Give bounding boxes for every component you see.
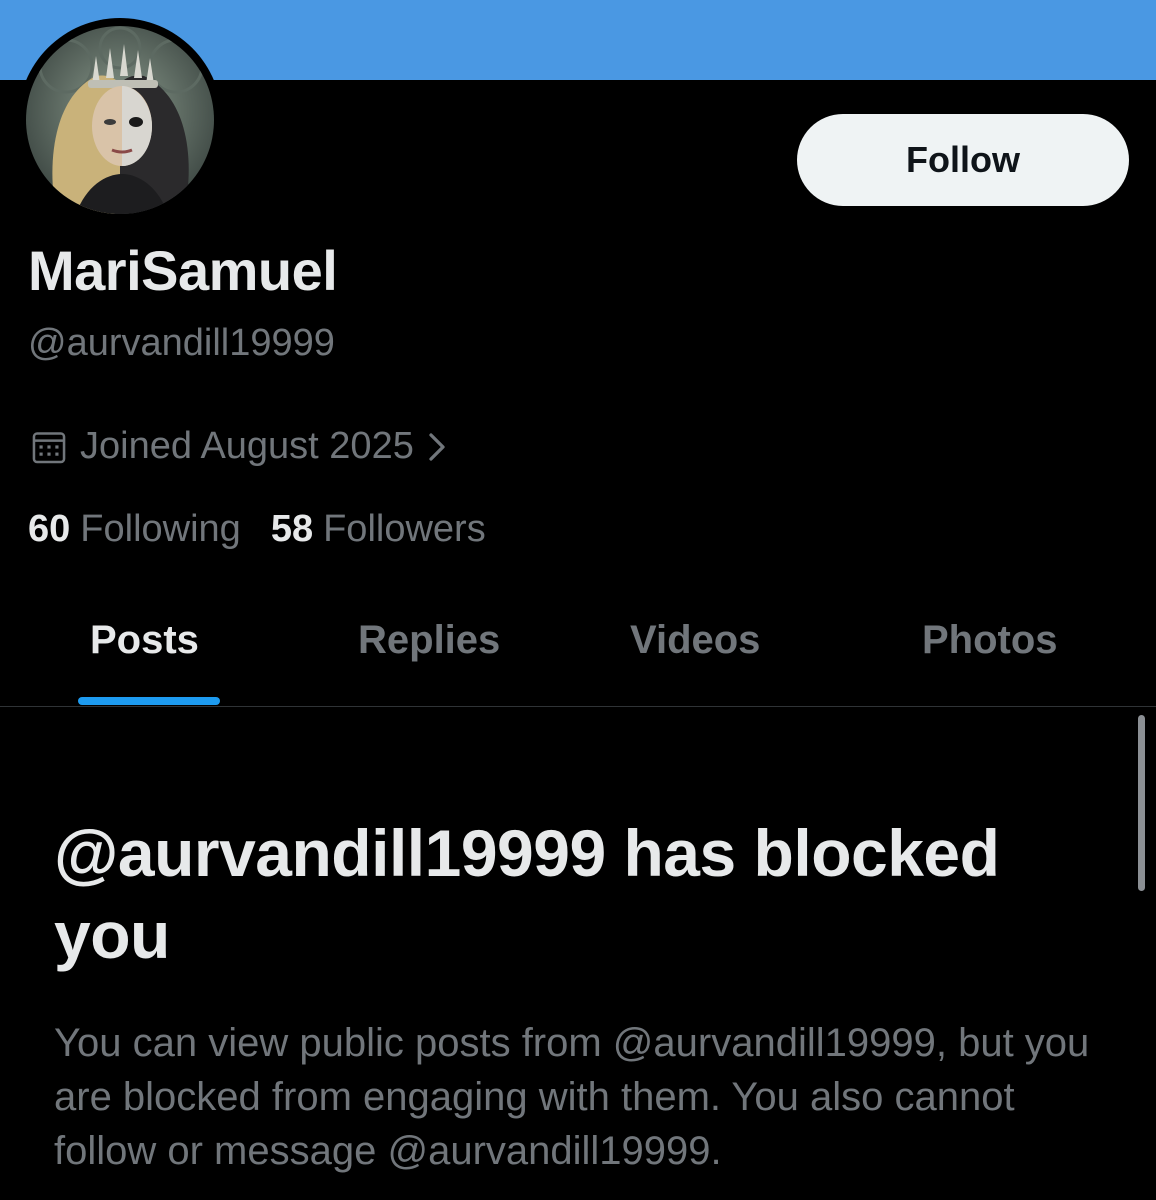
tab-posts[interactable]: Posts — [90, 618, 199, 663]
profile-display-name: MariSamuel — [28, 239, 338, 302]
following-count: 60 — [28, 508, 71, 550]
profile-avatar[interactable] — [18, 18, 222, 222]
blocked-message: You can view public posts from @aurvandi… — [54, 1021, 1090, 1173]
tab-photos[interactable]: Photos — [922, 618, 1058, 663]
joined-date-text: Joined August 2025 — [80, 425, 414, 467]
following-label: Following — [80, 508, 241, 550]
followers-label: Followers — [323, 508, 486, 550]
calendar-icon — [32, 431, 66, 463]
follow-stats: 60 Following 58 Followers — [28, 508, 486, 551]
blocked-title: @aurvandill19999 has blocked you — [54, 816, 1000, 972]
joined-date-row[interactable]: Joined August 2025 — [30, 425, 448, 468]
follow-button[interactable]: Follow — [797, 114, 1129, 206]
following-stat[interactable]: 60 Following — [28, 508, 241, 551]
tab-videos[interactable]: Videos — [630, 618, 760, 663]
avatar-portrait-icon — [26, 26, 214, 214]
chevron-right-icon — [429, 432, 445, 461]
tab-replies[interactable]: Replies — [358, 618, 500, 663]
followers-stat[interactable]: 58 Followers — [271, 508, 486, 551]
scrollbar[interactable] — [1138, 715, 1145, 891]
profile-tabs: Posts Replies Videos Photos — [0, 600, 1156, 707]
profile-handle: @aurvandill19999 — [28, 322, 335, 364]
followers-count: 58 — [270, 508, 314, 550]
active-tab-indicator — [78, 697, 220, 705]
